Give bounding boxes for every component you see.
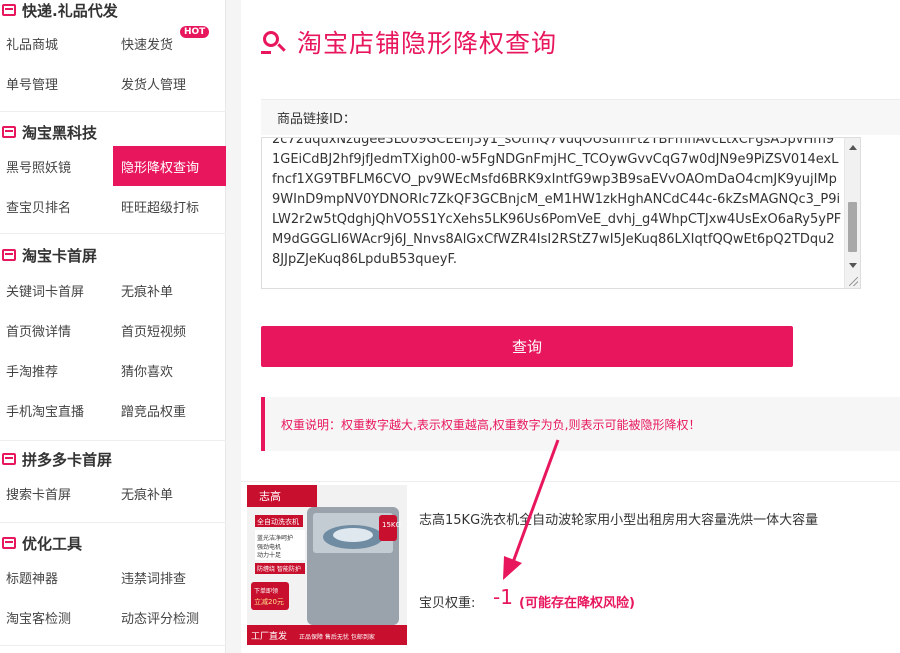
product-image[interactable]: 志高 15KG 全自动洗衣机 蓝光洁净呵护 强劲电机 动力十足 防缠绕 智能防护… xyxy=(247,485,407,645)
sidebar-item-taobao-recommend[interactable]: 手淘推荐 xyxy=(0,350,113,390)
divider xyxy=(0,233,226,234)
main-panel: 淘宝店铺隐形降权查询 商品链接ID： 2c72uquxNzugee3LU09GC… xyxy=(241,0,900,653)
sidebar-item-seamless-order[interactable]: 无痕补单 xyxy=(113,270,226,310)
sidebar-item-sender-management[interactable]: 发货人管理 xyxy=(113,63,226,103)
screen-icon xyxy=(2,249,16,261)
sidebar-item-keyword-first-screen[interactable]: 关键词卡首屏 xyxy=(0,270,113,310)
svg-text:强劲电机: 强劲电机 xyxy=(257,543,281,551)
sidebar-item-guess-you-like[interactable]: 猜你喜欢 xyxy=(113,350,226,390)
scroll-down-icon[interactable] xyxy=(849,263,857,268)
sidebar-item-gift-mall[interactable]: 礼品商城 xyxy=(0,23,113,63)
sidebar-item-dsr-check[interactable]: 动态评分检测 xyxy=(113,597,226,637)
divider xyxy=(0,440,226,441)
svg-text:防缠绕 智能防护: 防缠绕 智能防护 xyxy=(257,565,301,573)
sidebar-item-item-ranking[interactable]: 查宝贝排名 xyxy=(0,186,113,226)
footer-right-label: 正品保障 售后无忧 包邮到家 xyxy=(299,633,375,641)
sidebar-item-taobaoke-check[interactable]: 淘宝客检测 xyxy=(0,597,113,637)
capacity-label: 15KG xyxy=(382,521,401,529)
sidebar-item-mobile-live[interactable]: 手机淘宝直播 xyxy=(0,390,113,430)
sidebar-item-hidden-demotion-query[interactable]: 隐形降权查询 xyxy=(113,146,226,186)
tag-label: 全自动洗衣机 xyxy=(257,517,299,526)
weight-value: -1 xyxy=(493,585,513,609)
sidebar-item-pdd-seamless-order[interactable]: 无痕补单 xyxy=(113,473,226,513)
scroll-up-icon[interactable] xyxy=(849,145,857,150)
svg-text:动力十足: 动力十足 xyxy=(257,551,281,559)
product-title[interactable]: 志高15KG洗衣机全自动波轮家用小型出租房用大容量洗烘一体大容量 xyxy=(419,509,818,528)
page-title-row: 淘宝店铺隐形降权查询 xyxy=(261,24,557,60)
divider xyxy=(0,522,226,523)
search-icon xyxy=(261,29,287,55)
query-button[interactable]: 查询 xyxy=(261,326,793,367)
sidebar-item-banned-words-check[interactable]: 违禁词排查 xyxy=(113,557,226,597)
svg-text:蓝光洁净呵护: 蓝光洁净呵护 xyxy=(257,534,293,542)
sidebar: 快递.礼品代发 礼品商城 快速发货 HOT 单号管理 发货人管理 淘宝黑科技 黑… xyxy=(0,0,226,653)
sidebar-item-home-short-video[interactable]: 首页短视频 xyxy=(113,310,226,350)
divider xyxy=(0,645,226,646)
tools-icon xyxy=(2,537,16,549)
divider xyxy=(241,481,900,482)
weight-notice: 权重说明：权重数字越大,表示权重越高,权重数字为负,则表示可能被隐形降权！ xyxy=(261,397,900,451)
textarea-scrollbar[interactable] xyxy=(844,138,860,288)
brand-label: 志高 xyxy=(259,489,281,503)
scroll-thumb[interactable] xyxy=(848,202,857,252)
sidebar-item-home-micro-detail[interactable]: 首页微详情 xyxy=(0,310,113,350)
section-header-taobao-first-screen: 淘宝卡首屏 xyxy=(0,241,226,269)
gift-icon xyxy=(2,4,16,16)
section-header-taobao-tech: 淘宝黑科技 xyxy=(0,118,226,146)
divider xyxy=(0,111,226,112)
textarea-value[interactable]: 2c72uquxNzugee3LU09GCEEhj3y1_sOtmQ7VuqOU… xyxy=(272,138,842,270)
field-label: 商品链接ID： xyxy=(261,99,900,135)
weight-label: 宝贝权重: xyxy=(419,596,476,611)
section-header-express: 快递.礼品代发 xyxy=(0,0,226,24)
sidebar-item-fast-delivery[interactable]: 快速发货 xyxy=(113,23,226,63)
section-header-pdd-first-screen: 拼多多卡首屏 xyxy=(0,445,226,473)
sidebar-item-title-tool[interactable]: 标题神器 xyxy=(0,557,113,597)
sidebar-item-search-first-screen[interactable]: 搜索卡首屏 xyxy=(0,473,113,513)
hot-badge: HOT xyxy=(180,26,210,38)
svg-text:下单即领: 下单即领 xyxy=(254,587,278,595)
sidebar-item-order-management[interactable]: 单号管理 xyxy=(0,63,113,103)
sidebar-item-black-account-check[interactable]: 黑号照妖镜 xyxy=(0,146,113,186)
tech-icon xyxy=(2,126,16,138)
screen-icon xyxy=(2,453,16,465)
section-header-optimization-tools: 优化工具 xyxy=(0,529,226,557)
footer-left-label: 工厂直发 xyxy=(251,630,287,642)
sidebar-item-competitor-weight[interactable]: 蹭竞品权重 xyxy=(113,390,226,430)
svg-text:立减20元: 立减20元 xyxy=(254,597,284,606)
sidebar-item-wangwang-tagging[interactable]: 旺旺超级打标 xyxy=(113,186,226,226)
weight-risk-note: (可能存在降权风险) xyxy=(519,596,635,611)
product-link-textarea[interactable]: 2c72uquxNzugee3LU09GCEEhj3y1_sOtmQ7VuqOU… xyxy=(261,137,861,289)
page-title: 淘宝店铺隐形降权查询 xyxy=(297,29,558,58)
resize-grip-icon[interactable] xyxy=(849,277,858,286)
